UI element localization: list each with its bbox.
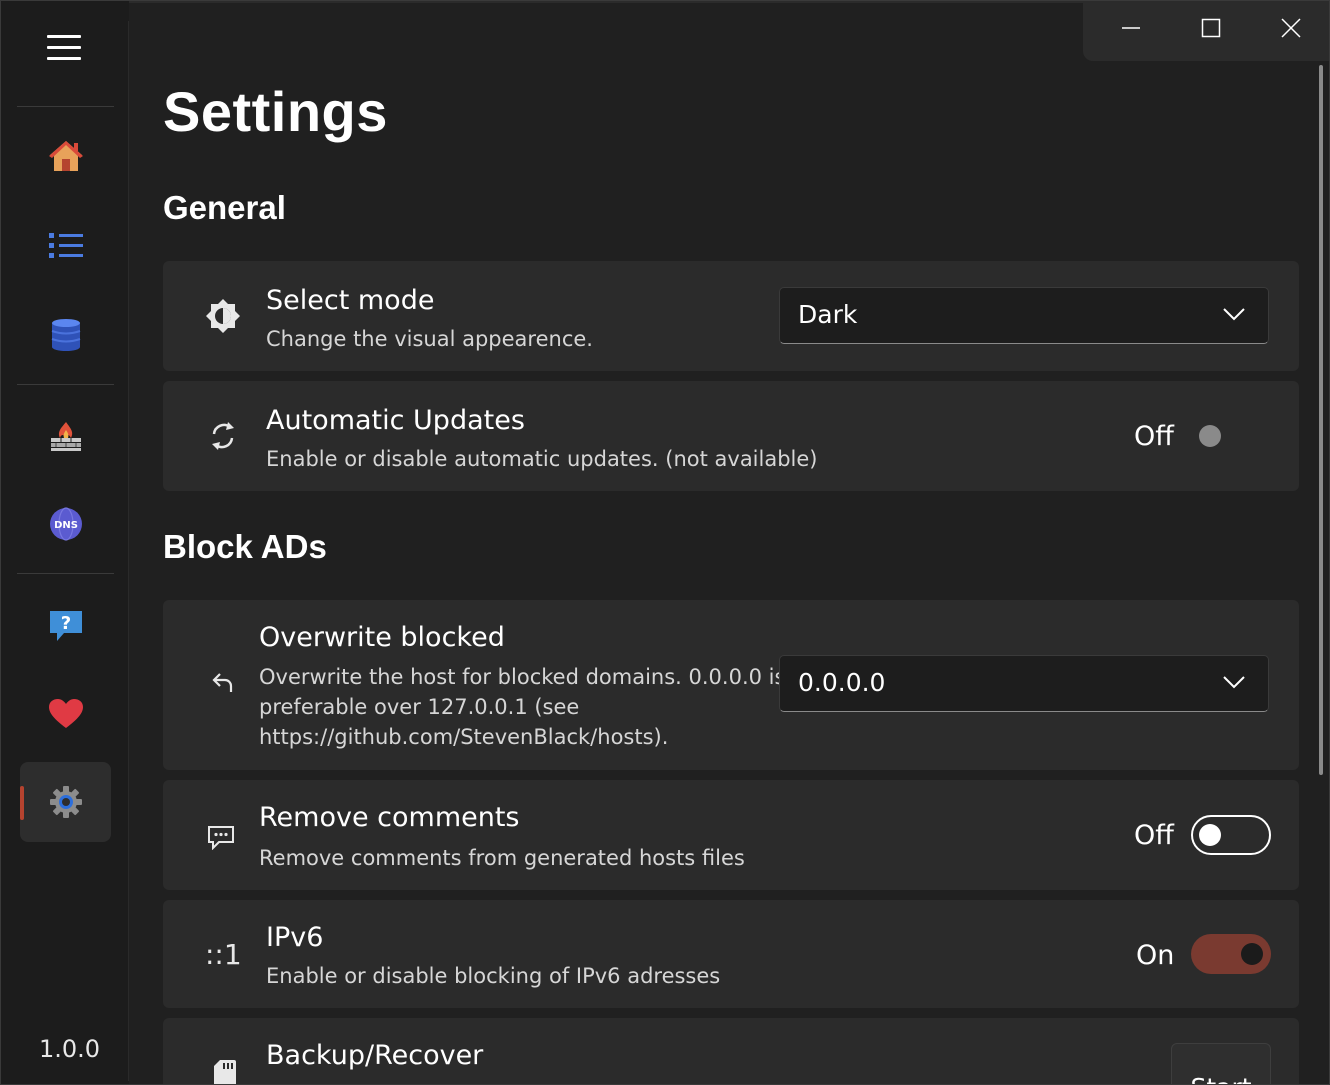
setting-card-backup: Backup/Recover Start — [163, 1018, 1299, 1084]
sidebar-item-firewall[interactable] — [20, 396, 111, 476]
setting-card-overwrite-blocked: Overwrite blocked Overwrite the host for… — [163, 600, 1299, 770]
setting-title: Overwrite blocked — [259, 622, 505, 653]
toggle-knob — [1241, 943, 1263, 965]
toggle-state-label: Off — [1134, 421, 1174, 452]
app-version: 1.0.0 — [39, 1035, 101, 1063]
setting-title: Remove comments — [259, 802, 520, 833]
sidebar-divider — [17, 573, 114, 574]
help-icon: ? — [49, 611, 82, 641]
sidebar-item-donate[interactable] — [20, 674, 111, 754]
setting-title: Automatic Updates — [266, 405, 525, 436]
mode-dropdown[interactable]: Dark — [779, 287, 1269, 344]
brightness-icon — [203, 296, 243, 336]
setting-title: Select mode — [266, 285, 435, 316]
dropdown-value: 0.0.0.0 — [798, 668, 886, 697]
sidebar-divider — [17, 106, 114, 107]
toggle-state-label: Off — [1134, 820, 1174, 851]
sidebar: DNS ? 1.0.0 — [1, 1, 129, 1084]
scrollbar[interactable] — [1319, 65, 1323, 775]
remove-comments-toggle[interactable] — [1191, 815, 1271, 855]
setting-description: Change the visual appearence. — [266, 327, 593, 351]
sidebar-item-database[interactable] — [20, 295, 111, 375]
backup-start-button[interactable]: Start — [1171, 1043, 1271, 1084]
setting-description: Remove comments from generated hosts fil… — [259, 846, 745, 870]
dns-icon: DNS — [49, 507, 82, 541]
setting-description: Enable or disable blocking of IPv6 adres… — [266, 964, 721, 988]
sd-card-icon — [205, 1054, 245, 1084]
active-indicator — [20, 786, 24, 820]
hamburger-menu-icon[interactable] — [45, 33, 83, 63]
firewall-icon — [50, 422, 81, 451]
ipv6-toggle[interactable] — [1191, 934, 1271, 974]
sync-icon — [203, 416, 243, 456]
settings-gear-icon — [49, 786, 82, 818]
setting-description: Enable or disable automatic updates. (no… — [266, 447, 818, 471]
sidebar-item-settings[interactable] — [20, 762, 111, 842]
sidebar-item-help[interactable]: ? — [20, 586, 111, 666]
database-icon — [51, 319, 80, 351]
overwrite-ip-dropdown[interactable]: 0.0.0.0 — [779, 655, 1269, 712]
setting-description-line: preferable over 127.0.0.1 (see — [259, 695, 580, 719]
comment-icon — [201, 817, 241, 857]
undo-arrow-icon — [201, 665, 241, 705]
home-icon — [48, 141, 83, 171]
setting-description-line: https://github.com/StevenBlack/hosts). — [259, 725, 669, 749]
sidebar-item-list[interactable] — [20, 206, 111, 286]
svg-text:?: ? — [60, 613, 70, 634]
list-icon — [48, 233, 83, 258]
section-title-general: General — [163, 189, 286, 226]
sidebar-divider — [17, 384, 114, 385]
setting-title: Backup/Recover — [266, 1040, 484, 1071]
ipv6-localhost-icon: ::1 — [205, 937, 242, 971]
dropdown-value: Dark — [798, 300, 858, 329]
setting-card-auto-updates: Automatic Updates Enable or disable auto… — [163, 381, 1299, 491]
setting-title: IPv6 — [266, 922, 324, 953]
page-title: Settings — [163, 80, 388, 143]
svg-text:DNS: DNS — [54, 520, 78, 531]
heart-icon — [48, 699, 83, 728]
main-content: Settings General Select mode Change the … — [129, 1, 1329, 1084]
sidebar-item-home[interactable] — [20, 116, 111, 196]
setting-card-select-mode: Select mode Change the visual appearence… — [163, 261, 1299, 371]
chevron-down-icon — [1223, 676, 1245, 689]
setting-card-ipv6: ::1 IPv6 Enable or disable blocking of I… — [163, 900, 1299, 1008]
toggle-knob — [1199, 425, 1221, 447]
auto-updates-toggle[interactable] — [1191, 416, 1271, 456]
toggle-knob — [1199, 823, 1221, 846]
app-window: DNS ? 1.0.0 Settings General Select mode… — [0, 0, 1330, 1085]
sidebar-item-dns[interactable]: DNS — [20, 484, 111, 564]
toggle-state-label: On — [1136, 940, 1175, 971]
setting-card-remove-comments: Remove comments Remove comments from gen… — [163, 780, 1299, 890]
setting-description-line: Overwrite the host for blocked domains. … — [259, 665, 786, 689]
chevron-down-icon — [1223, 308, 1245, 321]
section-title-block-ads: Block ADs — [163, 528, 327, 565]
